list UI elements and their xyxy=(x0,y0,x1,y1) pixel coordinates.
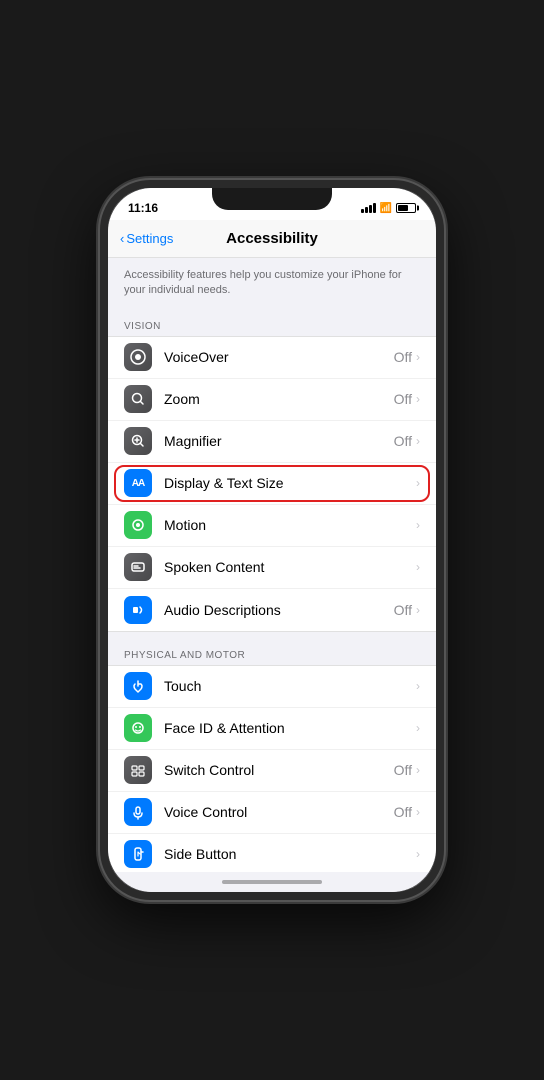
zoom-item[interactable]: Zoom Off › xyxy=(108,379,436,421)
voice-control-chevron: › xyxy=(416,805,420,819)
motion-icon xyxy=(124,511,152,539)
content-area: Accessibility features help you customiz… xyxy=(108,258,436,872)
display-label: Display & Text Size xyxy=(164,475,416,491)
switch-value: Off xyxy=(394,762,412,778)
magnifier-icon xyxy=(124,427,152,455)
audio-value: Off xyxy=(394,602,412,618)
magnifier-label: Magnifier xyxy=(164,433,394,449)
nav-bar: ‹ Settings Accessibility xyxy=(108,220,436,258)
side-button-item[interactable]: Side Button › xyxy=(108,834,436,872)
notch xyxy=(212,188,332,210)
vision-section-header: VISION xyxy=(108,309,436,336)
zoom-label: Zoom xyxy=(164,391,394,407)
spoken-label: Spoken Content xyxy=(164,559,416,575)
faceid-item[interactable]: Face ID & Attention › xyxy=(108,708,436,750)
home-indicator xyxy=(108,872,436,892)
touch-label: Touch xyxy=(164,678,416,694)
touch-item[interactable]: Touch › xyxy=(108,666,436,708)
display-icon: AA xyxy=(124,469,152,497)
touch-icon xyxy=(124,672,152,700)
signal-icon xyxy=(361,203,376,213)
display-text-size-item[interactable]: AA Display & Text Size › xyxy=(108,463,436,505)
voice-control-icon xyxy=(124,798,152,826)
touch-chevron: › xyxy=(416,679,420,693)
spoken-icon xyxy=(124,553,152,581)
wifi-icon: 📶 xyxy=(380,203,392,214)
switch-control-item[interactable]: Switch Control Off › xyxy=(108,750,436,792)
voice-control-item[interactable]: Voice Control Off › xyxy=(108,792,436,834)
spoken-content-item[interactable]: Spoken Content › xyxy=(108,547,436,589)
voiceover-label: VoiceOver xyxy=(164,349,394,365)
screen: 11:16 📶 ‹ Settings Accessibility xyxy=(108,188,436,892)
motion-label: Motion xyxy=(164,517,416,533)
vision-settings-group: VoiceOver Off › Zoom Off › xyxy=(108,336,436,632)
switch-chevron: › xyxy=(416,763,420,777)
voice-control-value: Off xyxy=(394,804,412,820)
volume-down-button xyxy=(100,304,102,332)
audio-icon xyxy=(124,596,152,624)
physical-settings-group: Touch › Face ID & Attention › xyxy=(108,665,436,872)
audio-chevron: › xyxy=(416,603,420,617)
home-bar xyxy=(222,880,322,884)
zoom-icon xyxy=(124,385,152,413)
status-time: 11:16 xyxy=(128,201,158,215)
magnifier-value: Off xyxy=(394,433,412,449)
physical-section-header: PHYSICAL AND MOTOR xyxy=(108,638,436,665)
voiceover-icon xyxy=(124,343,152,371)
display-chevron: › xyxy=(416,476,420,490)
back-label: Settings xyxy=(126,231,173,246)
voiceover-value: Off xyxy=(394,349,412,365)
zoom-chevron: › xyxy=(416,392,420,406)
volume-up-button xyxy=(100,268,102,296)
switch-label: Switch Control xyxy=(164,762,394,778)
voiceover-chevron: › xyxy=(416,350,420,364)
faceid-icon xyxy=(124,714,152,742)
phone-frame: 11:16 📶 ‹ Settings Accessibility xyxy=(100,180,444,900)
chevron-left-icon: ‹ xyxy=(120,231,124,246)
zoom-value: Off xyxy=(394,391,412,407)
audio-label: Audio Descriptions xyxy=(164,602,394,618)
faceid-chevron: › xyxy=(416,721,420,735)
side-button-icon xyxy=(124,840,152,868)
status-icons: 📶 xyxy=(361,203,416,214)
side-button-chevron: › xyxy=(416,847,420,861)
description-text: Accessibility features help you customiz… xyxy=(108,258,436,309)
audio-descriptions-item[interactable]: Audio Descriptions Off › xyxy=(108,589,436,631)
side-button-label: Side Button xyxy=(164,846,416,862)
spoken-chevron: › xyxy=(416,560,420,574)
voiceover-item[interactable]: VoiceOver Off › xyxy=(108,337,436,379)
motion-item[interactable]: Motion › xyxy=(108,505,436,547)
switch-control-icon xyxy=(124,756,152,784)
magnifier-item[interactable]: Magnifier Off › xyxy=(108,421,436,463)
back-button[interactable]: ‹ Settings xyxy=(120,231,173,246)
power-button xyxy=(442,288,444,328)
voice-control-label: Voice Control xyxy=(164,804,394,820)
motion-chevron: › xyxy=(416,518,420,532)
page-title: Accessibility xyxy=(226,230,318,247)
magnifier-chevron: › xyxy=(416,434,420,448)
battery-icon xyxy=(396,203,416,213)
faceid-label: Face ID & Attention xyxy=(164,720,416,736)
